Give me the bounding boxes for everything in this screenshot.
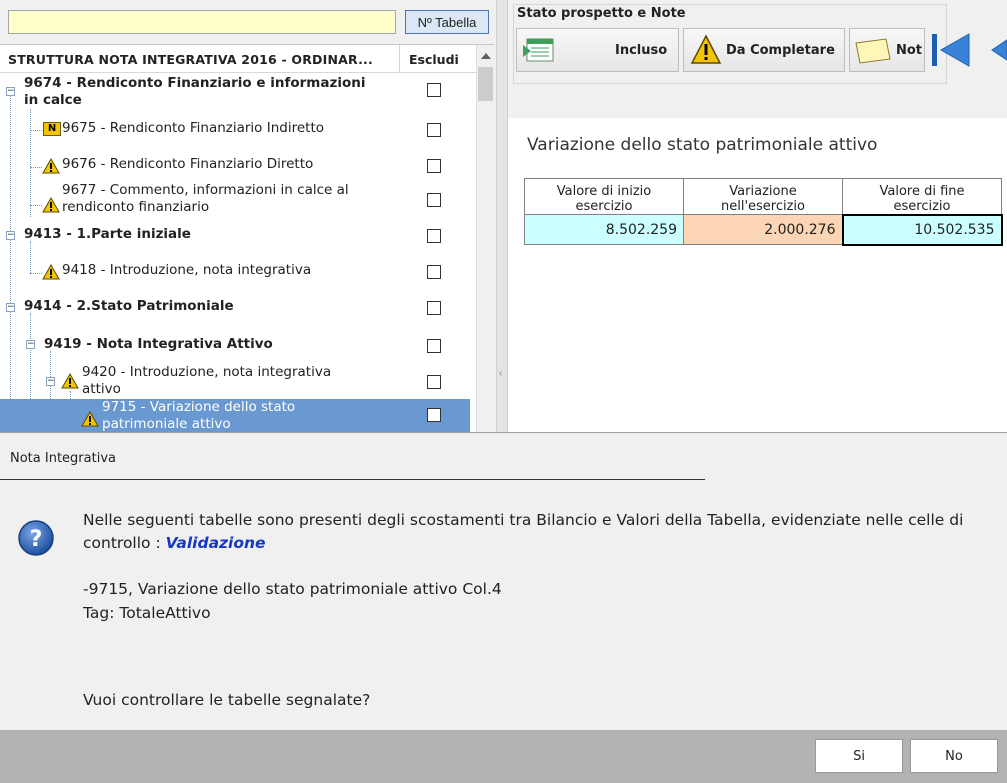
tree-guide-line (30, 130, 42, 131)
incluso-label: Incluso (615, 43, 667, 58)
first-record-icon[interactable] (927, 30, 973, 70)
tree-row-label: 9677 - Commento, informazioni in calce a… (62, 182, 349, 216)
escludi-checkbox[interactable] (427, 265, 441, 279)
warning-icon (61, 373, 79, 389)
escludi-checkbox[interactable] (427, 123, 441, 137)
valore-fine-cell[interactable]: 10.502.535 (843, 215, 1002, 245)
no-button[interactable]: No (910, 739, 998, 773)
title-divider (0, 479, 705, 480)
panel-splitter[interactable]: ‹ (496, 0, 508, 432)
warning-icon (42, 197, 60, 213)
right-panel: Stato prospetto e Note Incluso Da Comple… (508, 0, 1007, 432)
tree-row-9715[interactable]: 9715 - Variazione dello statopatrimonial… (0, 399, 470, 432)
valore-inizio-cell[interactable]: 8.502.259 (525, 215, 684, 245)
tree-row-label: 9420 - Introduzione, nota integrativaatt… (82, 364, 331, 398)
column-header-fine: Valore di fineesercizio (843, 179, 1002, 215)
status-title: Stato prospetto e Note (517, 6, 686, 21)
tree-row-9676[interactable]: 9676 - Rendiconto Finanziario Diretto (0, 149, 470, 181)
dialog-footer: Si No (0, 730, 1007, 783)
tree-row-label: 9715 - Variazione dello statopatrimonial… (102, 399, 295, 432)
dialog-tag: Tag: TotaleAttivo (83, 602, 211, 625)
collapse-toggle-icon[interactable]: − (6, 87, 15, 96)
escludi-checkbox[interactable] (427, 83, 441, 97)
n-badge-icon: N (43, 122, 61, 136)
svg-text:?: ? (30, 527, 43, 552)
dialog-message: Nelle seguenti tabelle sono presenti deg… (83, 509, 988, 555)
tree-row-label: 9414 - 2.Stato Patrimoniale (24, 298, 234, 315)
left-panel: Nº Tabella STRUTTURA NOTA INTEGRATIVA 20… (0, 0, 496, 432)
tree-row-label: 9413 - 1.Parte iniziale (24, 226, 191, 243)
escludi-checkbox[interactable] (427, 159, 441, 173)
warning-icon (81, 411, 99, 427)
tree-row-9674[interactable]: − 9674 - Rendiconto Finanziario e inform… (0, 73, 470, 113)
tree-row-9419[interactable]: − 9419 - Nota Integrativa Attivo (0, 329, 470, 361)
escludi-checkbox[interactable] (427, 193, 441, 207)
yes-button[interactable]: Si (815, 739, 903, 773)
column-header-inizio: Valore di inizioesercizio (525, 179, 684, 215)
confirm-dialog: Nota Integrativa ? Nelle seguenti tabell… (0, 432, 1007, 783)
splitter-grip-icon[interactable]: ‹ (499, 368, 505, 388)
escludi-column-header: Escludi (409, 52, 459, 67)
escludi-checkbox[interactable] (427, 375, 441, 389)
da-completare-label: Da Completare (726, 43, 835, 58)
tree-row-9675[interactable]: N 9675 - Rendiconto Finanziario Indirett… (0, 115, 470, 145)
note-button[interactable]: Not (849, 28, 925, 72)
warning-icon (42, 264, 60, 280)
tree-row-label: 9676 - Rendiconto Finanziario Diretto (62, 156, 313, 173)
escludi-checkbox[interactable] (427, 301, 441, 315)
warning-icon (690, 34, 722, 66)
tree-guide-line (30, 167, 42, 168)
column-header-variazione: Variazionenell'esercizio (684, 179, 843, 215)
search-input[interactable] (8, 10, 396, 34)
tree-row-9677[interactable]: 9677 - Commento, informazioni in calce a… (0, 181, 470, 219)
collapse-toggle-icon[interactable]: − (6, 303, 15, 312)
escludi-checkbox[interactable] (427, 339, 441, 353)
tree-row-label: 9675 - Rendiconto Finanziario Indiretto (62, 120, 324, 137)
tree-guide-line (30, 205, 42, 206)
dialog-title: Nota Integrativa (10, 451, 116, 466)
tree-row-label: 9418 - Introduzione, nota integrativa (62, 262, 311, 279)
tree-guide-line (30, 273, 42, 274)
warning-icon (42, 158, 60, 174)
variazione-cell[interactable]: 2.000.276 (684, 215, 843, 245)
scrollbar-thumb[interactable] (478, 67, 493, 101)
dialog-question: Vuoi controllare le tabelle segnalate? (83, 689, 370, 712)
tabella-button[interactable]: Nº Tabella (405, 10, 489, 34)
variation-table: Valore di inizioesercizio Variazionenell… (524, 178, 1003, 246)
incluso-button[interactable]: Incluso (516, 28, 679, 72)
structure-tree: STRUTTURA NOTA INTEGRATIVA 2016 - ORDINA… (0, 44, 494, 432)
previous-record-icon[interactable] (988, 30, 1007, 70)
tree-header: STRUTTURA NOTA INTEGRATIVA 2016 - ORDINA… (0, 45, 476, 73)
dialog-detail: -9715, Variazione dello stato patrimonia… (83, 578, 502, 601)
tree-row-9418[interactable]: 9418 - Introduzione, nota integrativa (0, 255, 470, 287)
validazione-emphasis: Validazione (166, 534, 266, 552)
tree-row-9414[interactable]: − 9414 - 2.Stato Patrimoniale (0, 293, 470, 323)
escludi-checkbox[interactable] (427, 229, 441, 243)
tree-row-label: 9419 - Nota Integrativa Attivo (44, 336, 273, 353)
escludi-checkbox[interactable] (427, 408, 441, 422)
note-paper-icon (854, 37, 892, 65)
scroll-up-icon[interactable] (481, 53, 491, 59)
table-title: Variazione dello stato patrimoniale atti… (527, 135, 877, 155)
collapse-toggle-icon[interactable]: − (26, 340, 35, 349)
tree-row-9420[interactable]: − 9420 - Introduzione, nota integrativaa… (0, 363, 470, 401)
column-divider (399, 45, 400, 73)
tree-row-label: 9674 - Rendiconto Finanziario e informaz… (24, 75, 365, 109)
tree-column-title: STRUTTURA NOTA INTEGRATIVA 2016 - ORDINA… (8, 52, 373, 67)
status-toolbar: Stato prospetto e Note Incluso Da Comple… (508, 0, 1007, 118)
note-label: Not (896, 43, 922, 58)
collapse-toggle-icon[interactable]: − (6, 231, 15, 240)
tree-row-9413[interactable]: − 9413 - 1.Parte iniziale (0, 221, 470, 251)
question-icon: ? (17, 519, 55, 557)
included-sheet-icon (523, 37, 557, 65)
da-completare-button[interactable]: Da Completare (683, 28, 845, 72)
tree-scrollbar[interactable] (476, 45, 494, 432)
collapse-toggle-icon[interactable]: − (46, 377, 55, 386)
